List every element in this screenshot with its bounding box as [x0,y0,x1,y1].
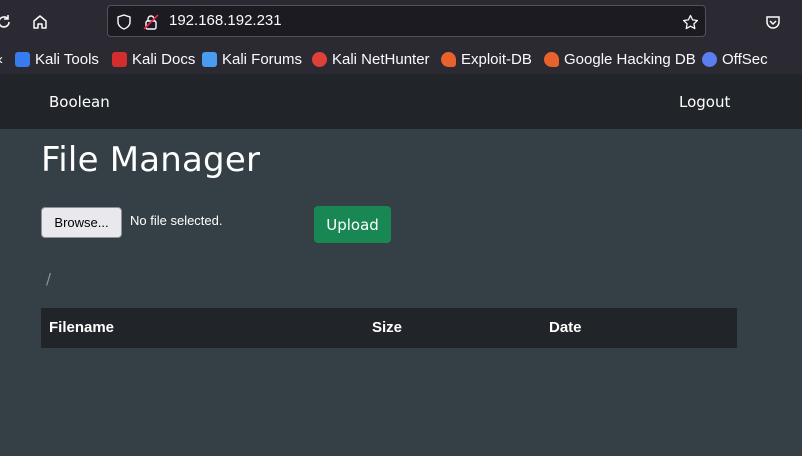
bookmark-exploit-db[interactable]: Exploit-DB [441,49,532,69]
bookmark-kali-tools[interactable]: Kali Tools [15,49,99,69]
kali-docs-icon [112,51,127,67]
logout-link[interactable]: Logout [679,93,730,111]
bookmarks-overflow-chevron[interactable]: ‹ [0,49,3,69]
ghdb-icon [544,51,559,67]
offsec-icon [702,51,717,67]
pocket-icon[interactable] [761,10,785,34]
address-bar[interactable]: 192.168.192.231 [107,5,706,37]
file-table-header: Filename Size Date [41,308,737,348]
bookmark-label: OffSec [722,50,768,68]
kali-nethunter-icon [312,51,327,67]
current-path[interactable]: / [46,270,51,288]
kali-forums-icon [202,51,217,67]
page-title: File Manager [41,140,261,180]
bookmarks-bar: ‹ Kali Tools Kali Docs Kali Forums Kali … [0,44,802,74]
column-header-size[interactable]: Size [372,319,402,336]
bookmark-kali-forums[interactable]: Kali Forums [202,49,302,69]
bookmark-kali-docs[interactable]: Kali Docs [112,49,195,69]
bookmark-label: Exploit-DB [461,50,532,68]
bookmark-label: Kali NetHunter [332,50,430,68]
home-icon[interactable] [28,10,52,34]
upload-button[interactable]: Upload [314,206,391,243]
exploit-db-icon [441,51,456,67]
chevron-left-icon: ‹ [0,51,3,68]
bookmark-kali-nethunter[interactable]: Kali NetHunter [312,49,430,69]
shield-icon[interactable] [115,13,133,31]
reload-icon[interactable] [0,10,16,34]
app-navbar: Boolean Logout [0,74,802,129]
bookmark-label: Kali Forums [222,50,303,68]
file-selection-status: No file selected. [130,213,223,228]
browser-toolbar: 192.168.192.231 [0,0,802,44]
kali-tools-icon [15,51,30,67]
insecure-lock-icon[interactable] [142,13,160,31]
bookmark-offsec[interactable]: OffSec [702,49,768,69]
bookmark-label: Kali Tools [35,50,99,68]
column-header-filename[interactable]: Filename [49,319,114,336]
brand-link[interactable]: Boolean [49,93,110,111]
column-header-date[interactable]: Date [549,319,582,336]
bookmark-google-hacking-db[interactable]: Google Hacking DB [544,49,696,69]
bookmark-label: Kali Docs [132,50,196,68]
bookmark-star-icon[interactable] [681,13,699,31]
bookmark-label: Google Hacking DB [564,50,696,68]
browse-button[interactable]: Browse... [41,207,122,238]
url-text[interactable]: 192.168.192.231 [169,12,282,29]
